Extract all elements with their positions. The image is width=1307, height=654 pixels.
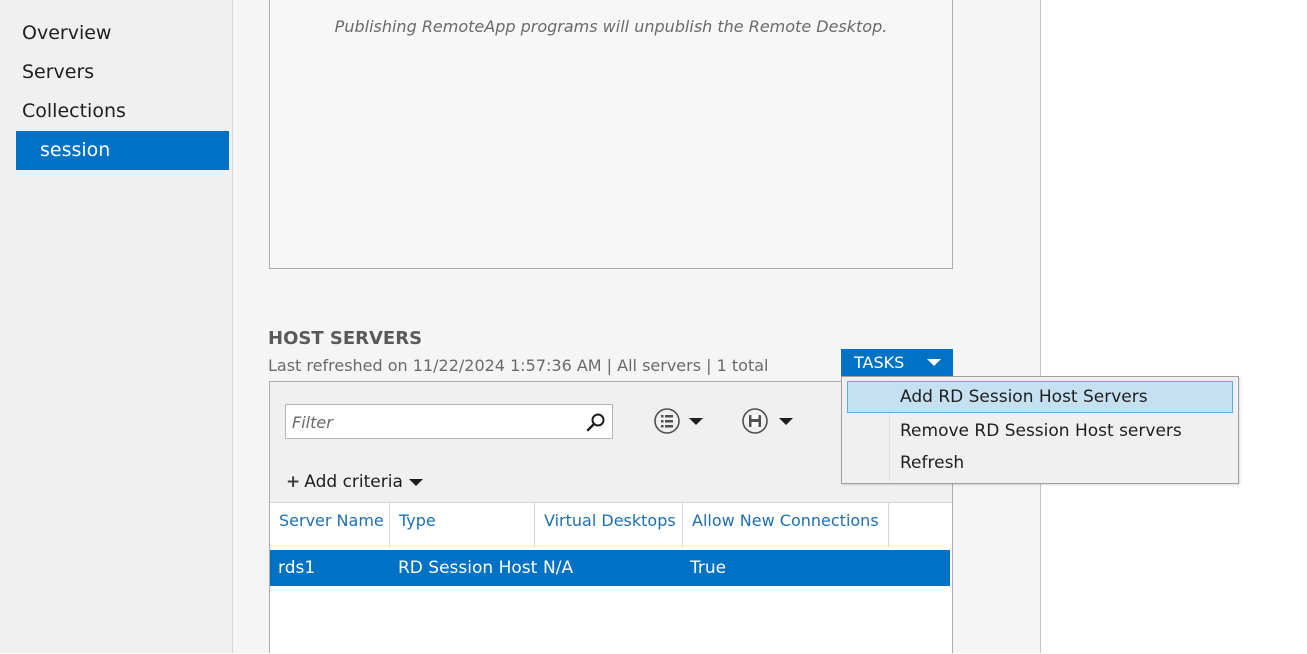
menu-item-remove-rd-session-host-servers[interactable]: Remove RD Session Host servers	[847, 415, 1233, 447]
save-icon	[742, 408, 768, 434]
view-options-button[interactable]	[653, 406, 713, 436]
tasks-button[interactable]: TASKS	[841, 349, 953, 376]
add-criteria-label: Add criteria	[304, 472, 403, 492]
chevron-down-icon	[408, 478, 423, 486]
total-count-text: | 1 total	[706, 356, 769, 375]
sidebar-item-collections[interactable]: Collections	[22, 100, 126, 122]
sidebar-item-session[interactable]: session	[16, 131, 229, 170]
tasks-label: TASKS	[854, 353, 905, 372]
menu-item-add-rd-session-host-servers[interactable]: Add RD Session Host Servers	[847, 381, 1233, 413]
chevron-down-icon	[689, 418, 703, 425]
add-criteria-button[interactable]: + Add criteria	[286, 472, 423, 492]
cell-type: RD Session Host	[398, 558, 538, 578]
section-title: HOST SERVERS	[268, 328, 423, 349]
menu-item-refresh[interactable]: Refresh	[847, 447, 1233, 479]
sidebar-item-servers[interactable]: Servers	[22, 61, 94, 83]
remoteapp-message: Publishing RemoteApp programs will unpub…	[334, 17, 888, 36]
table-row[interactable]: rds1 RD Session Host N/A True	[270, 550, 950, 586]
column-header-server-name[interactable]: Server Name	[270, 503, 390, 547]
cell-server-name: rds1	[278, 558, 316, 578]
save-query-button[interactable]	[741, 406, 801, 436]
filter-box	[285, 404, 613, 439]
cell-allow-new-connections: True	[690, 558, 727, 578]
sidebar-item-overview[interactable]: Overview	[22, 22, 111, 44]
last-refreshed-text: Last refreshed on 11/22/2024 1:57:36 AM …	[268, 356, 702, 375]
chevron-down-icon	[927, 359, 941, 366]
list-icon	[654, 408, 680, 434]
cell-virtual-desktops: N/A	[543, 558, 574, 578]
column-header-virtual-desktops[interactable]: Virtual Desktops	[535, 503, 683, 547]
servers-table: Server Name Type Virtual Desktops Allow …	[270, 502, 952, 654]
right-blank-area	[1042, 0, 1307, 653]
column-header-type[interactable]: Type	[390, 503, 535, 547]
search-icon[interactable]	[586, 412, 606, 432]
filter-input[interactable]	[290, 410, 570, 434]
tasks-menu: Add RD Session Host Servers Remove RD Se…	[841, 376, 1239, 484]
main-panel: Publishing RemoteApp programs will unpub…	[233, 0, 1041, 654]
chevron-down-icon	[779, 418, 793, 425]
remoteapp-programs-panel: Publishing RemoteApp programs will unpub…	[269, 0, 953, 269]
column-header-allow-new-connections[interactable]: Allow New Connections	[683, 503, 889, 547]
section-subtitle: Last refreshed on 11/22/2024 1:57:36 AM …	[268, 356, 768, 375]
sidebar: Overview Servers Collections session	[0, 0, 233, 653]
plus-icon: +	[286, 472, 301, 492]
